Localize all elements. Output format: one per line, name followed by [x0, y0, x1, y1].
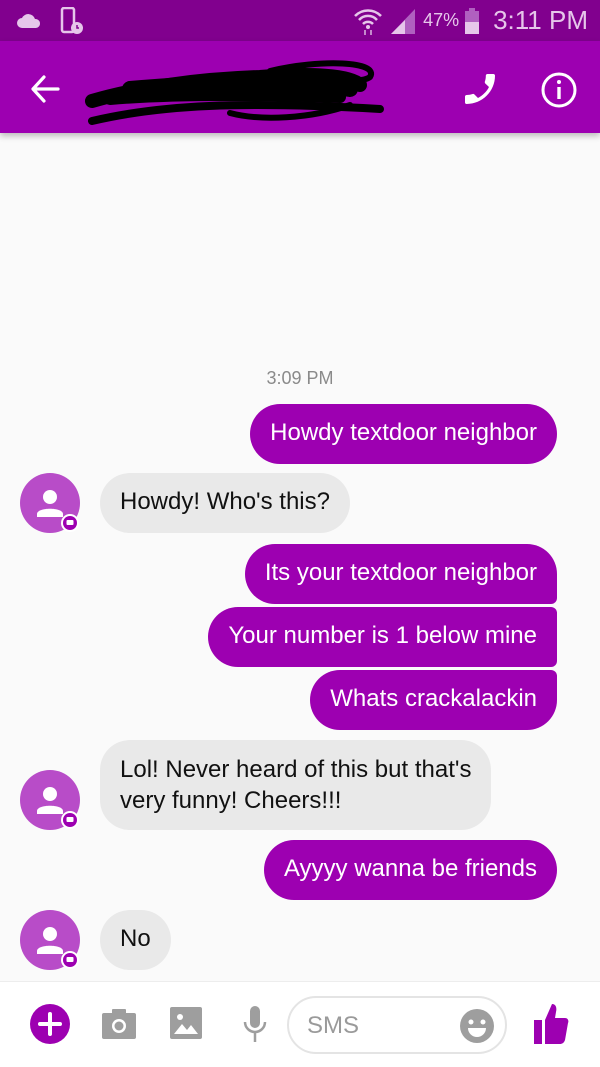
info-icon — [541, 72, 577, 108]
contact-avatar[interactable] — [20, 473, 80, 533]
back-button[interactable] — [26, 71, 66, 107]
contact-name-redacted — [80, 49, 390, 129]
message-text: Whats crackalackin — [330, 685, 537, 712]
add-icon — [30, 1004, 70, 1044]
status-bar: 47% 3:11 PM — [0, 0, 600, 41]
message-composer — [0, 981, 600, 1067]
message-input[interactable] — [307, 1012, 457, 1040]
person-avatar-icon — [20, 910, 80, 970]
message-text: Its your textdoor neighbor — [264, 559, 537, 586]
gallery-button[interactable] — [170, 1006, 202, 1045]
camera-button[interactable] — [102, 1008, 136, 1045]
camera-icon — [102, 1009, 136, 1039]
message-timestamp: 3:09 PM — [266, 368, 334, 388]
message-text-line-2: very funny! Cheers!!! — [120, 787, 342, 814]
sms-field[interactable] — [287, 996, 507, 1054]
phone-icon — [465, 74, 495, 104]
redaction-scribble — [85, 60, 384, 125]
call-button[interactable] — [460, 69, 500, 109]
contact-avatar[interactable] — [20, 910, 80, 970]
back-arrow-icon — [31, 75, 60, 103]
signal-icon — [391, 8, 416, 34]
microphone-icon — [243, 1006, 267, 1042]
message-text: Howdy! Who's this? — [120, 488, 330, 515]
incoming-message[interactable]: Lol! Never heard of this but that's very… — [100, 740, 492, 830]
emoji-button[interactable] — [459, 1008, 495, 1049]
cloud-icon — [17, 13, 41, 28]
clock: 3:11 PM — [493, 5, 588, 35]
outgoing-message[interactable]: Howdy textdoor neighbor — [250, 404, 557, 464]
battery-percent: 47% — [423, 10, 460, 30]
voice-record-button[interactable] — [240, 1004, 270, 1049]
outgoing-message[interactable]: Ayyyy wanna be friends — [263, 840, 557, 900]
phone-clock-icon — [60, 6, 83, 34]
wifi-icon — [354, 8, 382, 35]
message-text: No — [120, 925, 151, 952]
contact-avatar[interactable] — [20, 770, 80, 830]
person-avatar-icon — [20, 473, 80, 533]
send-thumbs-up-button[interactable] — [532, 1002, 570, 1051]
battery-icon — [465, 7, 480, 34]
add-attachment-button[interactable] — [28, 1002, 72, 1051]
incoming-message[interactable]: No — [100, 910, 171, 970]
gallery-icon — [170, 1007, 202, 1039]
message-text: Ayyyy wanna be friends — [283, 855, 537, 882]
outgoing-message[interactable]: Whats crackalackin — [310, 670, 557, 730]
message-text: Howdy textdoor neighbor — [270, 419, 537, 446]
thumbs-up-icon — [534, 1004, 569, 1044]
message-text: Your number is 1 below mine — [228, 622, 537, 649]
incoming-message[interactable]: Howdy! Who's this? — [100, 473, 350, 533]
message-text-line-1: Lol! Never heard of this but that's — [120, 756, 472, 783]
outgoing-message[interactable]: Your number is 1 below mine — [208, 607, 557, 667]
outgoing-message[interactable]: Its your textdoor neighbor — [244, 544, 557, 604]
person-avatar-icon — [20, 770, 80, 830]
emoji-icon — [460, 1009, 494, 1043]
app-bar — [0, 41, 600, 133]
info-button[interactable] — [538, 69, 580, 111]
